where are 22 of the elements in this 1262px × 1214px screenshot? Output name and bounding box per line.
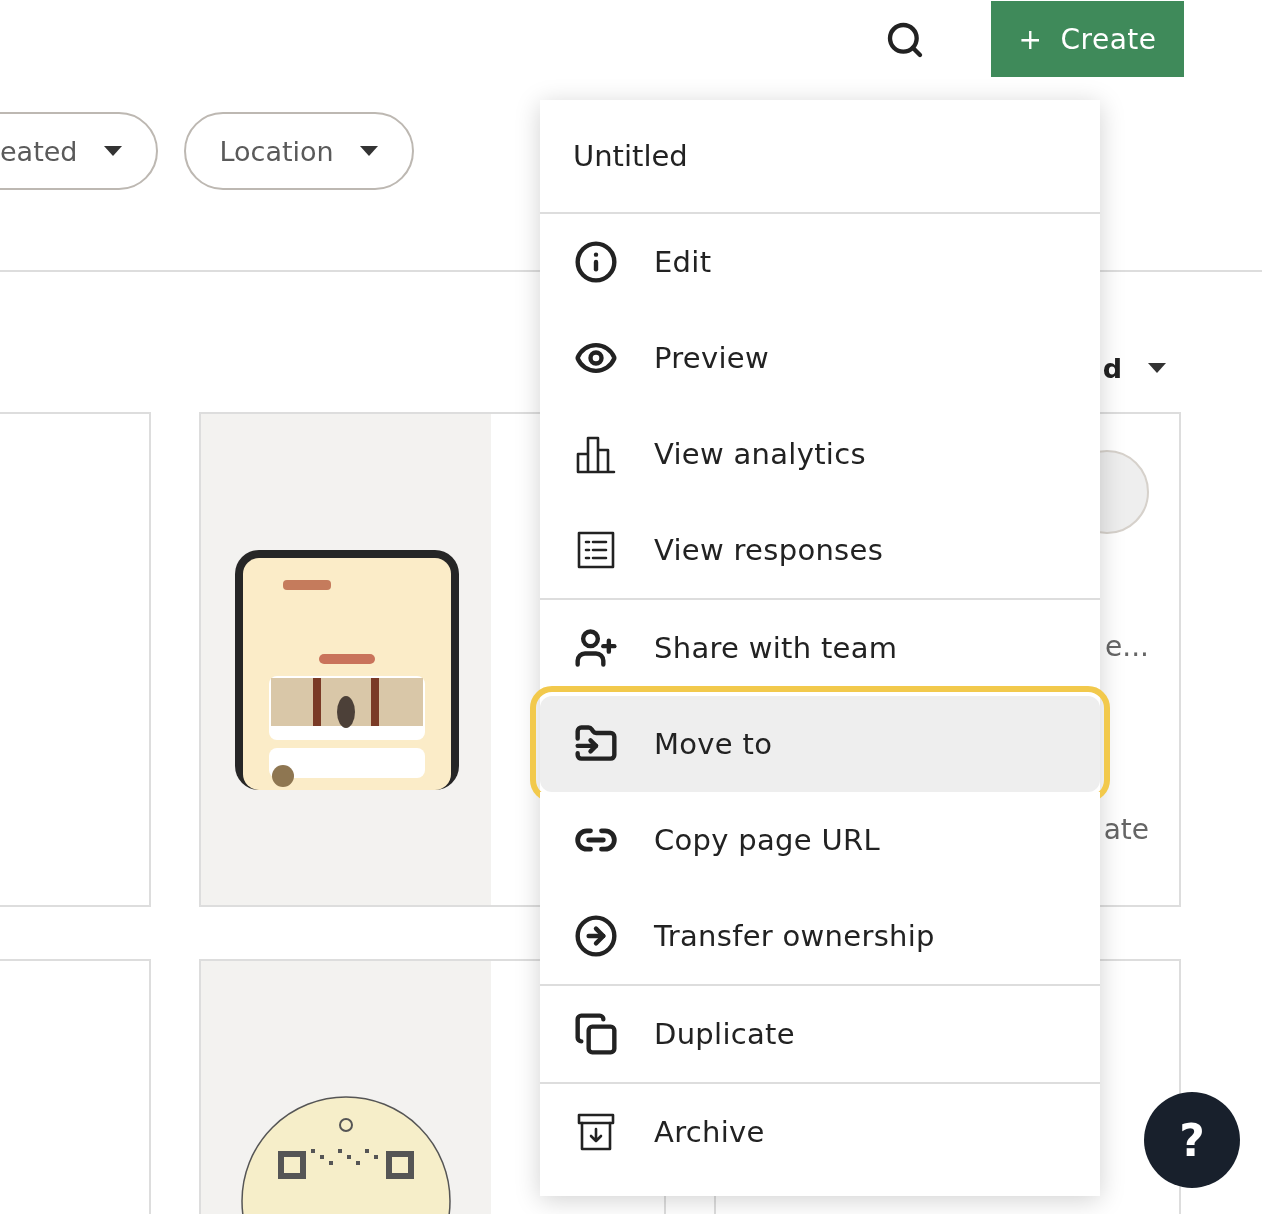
menu-item[interactable]: Edit bbox=[540, 214, 1100, 310]
caret-icon bbox=[103, 146, 122, 156]
caret-icon bbox=[1148, 363, 1166, 373]
filter-dropdown[interactable]: Location bbox=[183, 112, 414, 190]
filter-dropdown[interactable]: eated bbox=[0, 112, 158, 190]
menu-item[interactable]: Preview bbox=[540, 310, 1100, 406]
card-text: ate bbox=[1103, 813, 1149, 846]
card-text: e... bbox=[1105, 630, 1149, 663]
sort-dropdown[interactable]: d bbox=[1102, 352, 1166, 384]
create-button[interactable]: + Create bbox=[991, 1, 1184, 77]
menu-item[interactable]: Duplicate bbox=[540, 986, 1100, 1082]
menu-item[interactable]: Archive bbox=[540, 1084, 1100, 1180]
caret-icon bbox=[359, 146, 378, 156]
add-user-icon bbox=[574, 626, 618, 670]
menu-item[interactable]: View responses bbox=[540, 502, 1100, 598]
info-icon bbox=[574, 240, 618, 284]
menu-item[interactable]: Transfer ownership bbox=[540, 888, 1100, 984]
menu-item[interactable]: Copy page URL bbox=[540, 792, 1100, 888]
copy-icon bbox=[574, 1012, 618, 1056]
help-button[interactable]: ? bbox=[1144, 1092, 1240, 1188]
menu-item[interactable]: View analytics bbox=[540, 406, 1100, 502]
menu-item[interactable]: Share with team bbox=[540, 600, 1100, 696]
